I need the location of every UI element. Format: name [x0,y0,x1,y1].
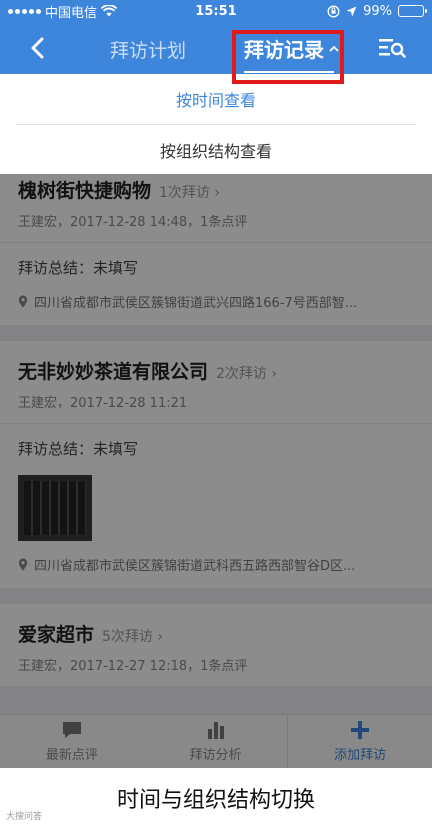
active-tab-underline [244,71,334,73]
view-mode-dropdown: 按时间查看 按组织结构查看 [0,74,432,174]
battery-icon [398,5,427,17]
header-bar: 拜访计划 拜访记录 [0,22,432,74]
view-by-org-option[interactable]: 按组织结构查看 [0,125,432,175]
tab-visit-records[interactable]: 拜访记录 [244,34,340,73]
carrier-label: 中国电信 [45,5,98,21]
signal-icon [8,8,41,14]
status-bar: 中国电信 15:51 99% [0,0,432,22]
status-right: 99% [327,3,427,19]
chevron-up-icon [329,45,339,52]
tab-visit-plan[interactable]: 拜访计划 [110,36,186,63]
tab-visit-records-label: 拜访记录 [244,38,324,62]
filter-search-icon[interactable] [378,36,406,60]
wifi-icon [101,5,118,17]
dropdown-backdrop[interactable] [0,174,432,768]
status-time: 15:51 [195,3,237,19]
status-left: 中国电信 [8,2,118,21]
view-by-time-option[interactable]: 按时间查看 [0,74,432,124]
watermark: 大搜问答 [6,812,43,822]
caption-text: 时间与组织结构切换 [116,788,315,813]
back-icon[interactable] [24,34,52,62]
location-arrow-icon [346,6,357,16]
phone-screen: 中国电信 15:51 99% 拜访计划 拜访记录 按时间查看 按组织结构查看 槐… [0,0,432,768]
battery-percent: 99% [363,3,392,19]
caption-area: 时间与组织结构切换 大搜问答 [0,768,432,828]
orientation-lock-icon [327,5,340,17]
